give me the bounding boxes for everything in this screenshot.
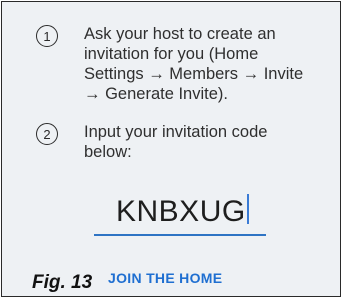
invitation-code-value: KNBXUG — [116, 195, 246, 228]
invitation-code-input[interactable]: KNBXUG — [116, 192, 249, 232]
footer-bar: Fig. 13 JOIN THE HOME — [2, 266, 340, 296]
text-cursor — [246, 194, 249, 224]
invitation-screen: 1 Ask your host to create an invitation … — [1, 1, 341, 297]
step-1: 1 Ask your host to create an invitation … — [36, 24, 306, 104]
invitation-code-field[interactable]: KNBXUG — [94, 192, 266, 236]
figure-label: Fig. 13 — [32, 272, 93, 293]
step-number-1: 1 — [36, 25, 58, 47]
step-number-2: 2 — [36, 123, 58, 145]
join-home-button[interactable]: JOIN THE HOME — [108, 270, 222, 286]
step-1-instructions: Ask your host to create an invitation fo… — [84, 24, 306, 104]
step-2-instructions: Input your invitation code below: — [84, 122, 306, 162]
step-2-text: Input your invitation code below: — [84, 123, 268, 161]
step-2: 2 Input your invitation code below: — [36, 122, 306, 162]
step-1-text: Ask your host to create an invitation fo… — [84, 25, 304, 103]
